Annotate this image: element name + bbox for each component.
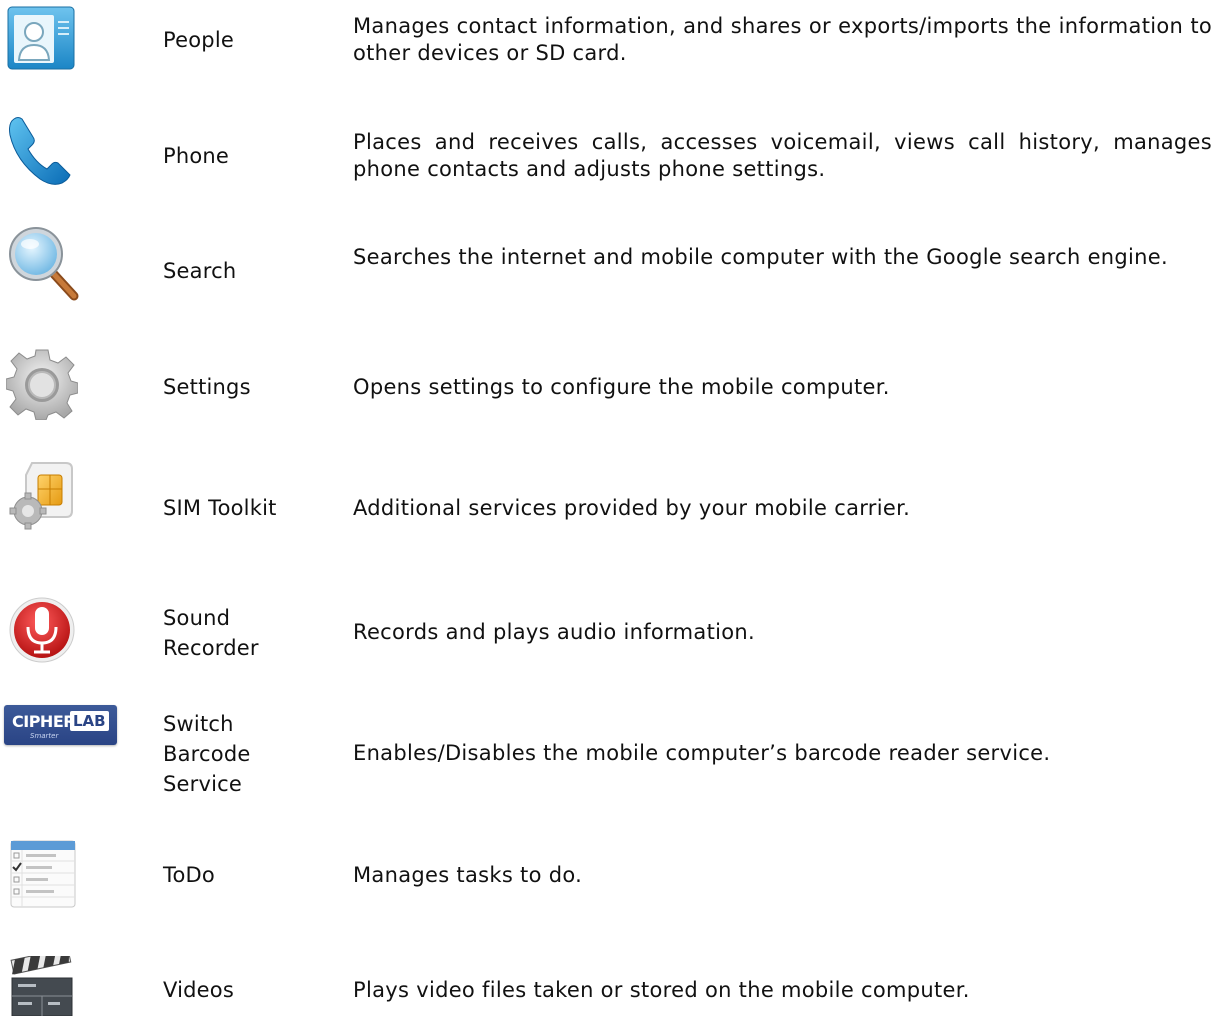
app-name: Settings: [163, 375, 251, 399]
app-row-settings: Settings Opens settings to configure the…: [0, 340, 1225, 440]
app-name: People: [163, 28, 234, 52]
app-row-todo: ToDo Manages tasks to do.: [0, 840, 1225, 920]
sim-card-gear-icon: [6, 459, 82, 533]
app-row-videos: Videos Plays video files taken or stored…: [0, 950, 1225, 1016]
app-row-sound-recorder: Sound Recorder Records and plays audio i…: [0, 595, 1225, 675]
phone-handset-icon: [6, 113, 78, 189]
app-name: Switch Barcode Service: [163, 712, 251, 796]
app-name: Sound Recorder: [163, 606, 259, 660]
todo-checklist-icon: [10, 840, 76, 908]
app-row-search: Search Searches the internet and mobile …: [0, 224, 1225, 324]
magnifier-icon: [6, 224, 82, 304]
app-row-switch-barcode-service: CIPHER LAB Smarter Switch Barcode Servic…: [0, 705, 1225, 805]
app-description: Manages contact information, and shares …: [353, 14, 1212, 65]
app-description: Manages tasks to do.: [353, 863, 583, 887]
app-name: Search: [163, 259, 237, 283]
cipherlab-logo-icon: CIPHER LAB Smarter: [4, 705, 117, 745]
app-description: Records and plays audio information.: [353, 620, 755, 644]
app-description: Searches the internet and mobile compute…: [353, 245, 1168, 269]
people-contacts-icon: [6, 5, 76, 71]
app-name: Phone: [163, 144, 230, 168]
app-description: Enables/Disables the mobile computer’s b…: [353, 741, 1051, 765]
gear-icon: [6, 348, 78, 420]
app-row-sim-toolkit: SIM Toolkit Additional services provided…: [0, 455, 1225, 555]
microphone-icon: [8, 595, 76, 665]
app-description: Additional services provided by your mob…: [353, 496, 911, 520]
app-description: Opens settings to configure the mobile c…: [353, 375, 890, 399]
app-name: Videos: [163, 978, 234, 1002]
app-row-people: People Manages contact information, and …: [0, 0, 1225, 100]
app-description: Plays video files taken or stored on the…: [353, 978, 970, 1002]
app-description: Places and receives calls, accesses voic…: [353, 130, 1212, 181]
clapperboard-icon: [10, 956, 74, 1016]
app-row-phone: Phone Places and receives calls, accesse…: [0, 110, 1225, 210]
app-name: ToDo: [163, 863, 215, 887]
app-name: SIM Toolkit: [163, 496, 277, 520]
